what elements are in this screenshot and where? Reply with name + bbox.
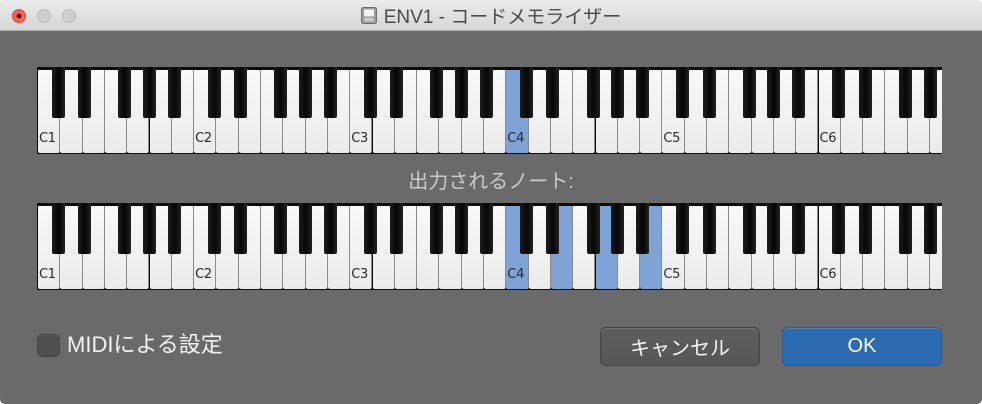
black-key[interactable]: [299, 67, 313, 118]
octave-label: C3: [351, 131, 368, 146]
black-key[interactable]: [430, 203, 444, 254]
midi-checkbox[interactable]: ✓: [37, 334, 60, 357]
black-key[interactable]: [520, 203, 534, 254]
black-key[interactable]: [430, 67, 444, 118]
black-key[interactable]: [480, 203, 493, 254]
black-key[interactable]: [364, 203, 377, 254]
ok-button-label: OK: [847, 335, 877, 357]
output-notes-label: 出力されるノート:: [408, 171, 574, 193]
black-key[interactable]: [207, 67, 221, 118]
octave-label: C1: [39, 267, 56, 282]
black-key[interactable]: [546, 203, 560, 254]
black-key[interactable]: [78, 67, 92, 118]
black-key[interactable]: [742, 67, 756, 118]
cancel-button-label: キャンセル: [630, 338, 730, 360]
black-key[interactable]: [143, 67, 156, 118]
black-key[interactable]: [792, 67, 806, 118]
black-key[interactable]: [207, 203, 221, 254]
black-key[interactable]: [676, 67, 690, 118]
black-key[interactable]: [767, 203, 781, 254]
black-key[interactable]: [858, 203, 872, 254]
black-key[interactable]: [167, 203, 181, 254]
black-key[interactable]: [390, 203, 404, 254]
black-key[interactable]: [923, 67, 937, 118]
black-key[interactable]: [611, 67, 625, 118]
black-key[interactable]: [636, 67, 650, 118]
black-key[interactable]: [586, 67, 600, 118]
black-key[interactable]: [323, 67, 337, 118]
black-key[interactable]: [78, 203, 92, 254]
octave-label: C2: [195, 131, 212, 146]
octave-label: C6: [819, 267, 837, 282]
black-key[interactable]: [792, 203, 806, 254]
cancel-button[interactable]: キャンセル: [600, 327, 760, 366]
black-key[interactable]: [118, 203, 132, 254]
black-key[interactable]: [702, 203, 716, 254]
midi-checkbox-label: MIDIによる設定: [67, 332, 223, 357]
black-key[interactable]: [611, 203, 625, 254]
black-key[interactable]: [234, 203, 248, 254]
output-keyboard: C1 C2 C3 C4 C5 C6: [37, 203, 942, 290]
black-key[interactable]: [455, 203, 469, 254]
black-key[interactable]: [274, 67, 288, 118]
black-key[interactable]: [143, 203, 156, 254]
black-key[interactable]: [742, 203, 756, 254]
window-title: ENV1 - コードメモライザー: [383, 7, 622, 28]
black-key[interactable]: [480, 67, 493, 118]
black-key[interactable]: [323, 203, 337, 254]
black-key[interactable]: [520, 67, 534, 118]
octave-label: C2: [195, 267, 212, 282]
black-key[interactable]: [832, 203, 846, 254]
black-key[interactable]: [636, 203, 650, 254]
black-key[interactable]: [898, 203, 912, 254]
black-key[interactable]: [455, 67, 469, 118]
black-key[interactable]: [274, 203, 288, 254]
black-key[interactable]: [118, 67, 132, 118]
black-key[interactable]: [390, 67, 404, 118]
black-key[interactable]: [299, 203, 313, 254]
octave-label: C1: [39, 131, 56, 146]
black-key[interactable]: [923, 203, 937, 254]
black-key[interactable]: [546, 67, 560, 118]
black-key[interactable]: [51, 203, 65, 254]
octave-label: C4: [507, 131, 525, 146]
chord-memorizer-window: ENV1 - コードメモライザー C1 C2 C3 C4 C5 C6 出力されるノート: …: [0, 0, 982, 404]
black-key[interactable]: [51, 67, 65, 118]
black-key[interactable]: [858, 67, 872, 118]
black-key[interactable]: [234, 67, 248, 118]
document-icon: [360, 7, 377, 24]
black-key[interactable]: [586, 203, 600, 254]
black-key[interactable]: [167, 67, 181, 118]
ok-button[interactable]: OK: [782, 327, 942, 366]
title-group: ENV1 - コードメモライザー: [0, 0, 982, 31]
black-key[interactable]: [676, 203, 690, 254]
octave-label: C5: [663, 131, 681, 146]
black-key[interactable]: [767, 67, 781, 118]
octave-label: C6: [819, 131, 837, 146]
black-key[interactable]: [364, 67, 377, 118]
octave-label: C5: [663, 267, 681, 282]
octave-label: C3: [351, 267, 368, 282]
chord-keyboard: C1 C2 C3 C4 C5 C6: [37, 67, 942, 154]
black-key[interactable]: [832, 67, 846, 118]
title-bar[interactable]: ENV1 - コードメモライザー: [0, 0, 982, 31]
black-key[interactable]: [702, 67, 716, 118]
black-key[interactable]: [898, 67, 912, 118]
octave-label: C4: [507, 267, 525, 282]
